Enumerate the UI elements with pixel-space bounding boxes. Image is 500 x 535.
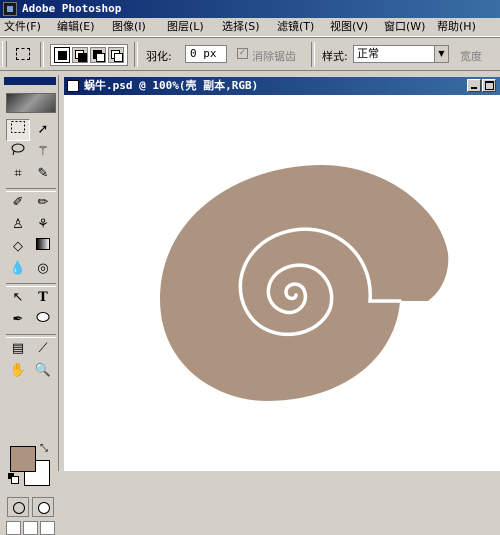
menu-image[interactable]: 图像(I) <box>112 20 146 34</box>
rectangular-marquee-tool[interactable] <box>6 119 30 141</box>
clone-stamp-tool[interactable]: ♙ <box>6 214 30 236</box>
canvas[interactable] <box>64 95 500 471</box>
subtract-from-selection-button[interactable] <box>90 47 106 63</box>
menu-edit[interactable]: 编辑(E) <box>57 20 95 34</box>
maximize-button[interactable] <box>482 79 496 92</box>
width-label: 宽度 <box>460 50 482 63</box>
menu-layer[interactable]: 图层(L) <box>167 20 204 34</box>
photoshop-logo-icon[interactable] <box>6 93 56 113</box>
document-title-bar[interactable]: 蜗牛.psd @ 100%(壳 副本,RGB) <box>64 77 500 95</box>
dodge-tool[interactable]: ◎ <box>31 258 55 280</box>
move-tool[interactable]: ➚ <box>31 119 55 141</box>
standard-screen-mode-button[interactable] <box>6 521 21 535</box>
healing-brush-tool[interactable]: ✐ <box>6 192 30 214</box>
options-bar: 羽化: 0 px ✓ 消除锯齿 样式: 正常 ▼ 宽度 <box>0 37 500 71</box>
ellipse-shape-tool[interactable] <box>31 309 55 331</box>
document-window: 蜗牛.psd @ 100%(壳 副本,RGB) <box>64 77 500 471</box>
feather-label: 羽化: <box>146 50 172 63</box>
default-colors-icon[interactable] <box>8 473 19 484</box>
shell-shape <box>160 165 449 401</box>
eyedropper-tool[interactable]: ⟋ <box>31 338 55 360</box>
document-icon[interactable] <box>67 80 79 92</box>
brush-tool[interactable]: ✏ <box>31 192 55 214</box>
path-selection-tool[interactable]: ↖ <box>6 287 30 309</box>
eraser-tool[interactable]: ◇ <box>6 236 30 258</box>
minimize-button[interactable] <box>467 79 481 92</box>
crop-tool[interactable]: ⌗ <box>6 163 30 185</box>
style-label: 样式: <box>322 50 348 63</box>
notes-tool[interactable]: ▤ <box>6 338 30 360</box>
standard-mode-button[interactable] <box>7 497 29 517</box>
quick-mask-mode-button[interactable] <box>32 497 54 517</box>
menu-window[interactable]: 窗口(W) <box>384 20 425 34</box>
options-separator <box>311 42 315 67</box>
gradient-tool[interactable] <box>31 236 55 258</box>
menu-filter[interactable]: 滤镜(T) <box>277 20 314 34</box>
menu-file[interactable]: 文件(F) <box>4 20 41 34</box>
magic-wand-tool[interactable]: ⚚ <box>31 141 55 163</box>
rect-marquee-preset-icon[interactable] <box>16 48 30 60</box>
intersect-selection-button[interactable] <box>108 47 124 63</box>
new-selection-button[interactable] <box>54 47 70 63</box>
toolbox-title-bar[interactable] <box>4 77 56 85</box>
foreground-color-swatch[interactable] <box>10 446 36 472</box>
pen-tool[interactable]: ✒ <box>6 309 30 331</box>
swap-colors-icon[interactable]: ⤡ <box>40 443 48 454</box>
options-separator <box>134 42 138 67</box>
zoom-tool[interactable]: 🔍 <box>31 360 55 382</box>
document-title: 蜗牛.psd @ 100%(壳 副本,RGB) <box>84 79 259 92</box>
photoshop-app-icon[interactable] <box>3 2 17 16</box>
style-select[interactable]: 正常 ▼ <box>353 45 449 63</box>
add-to-selection-button[interactable] <box>72 47 88 63</box>
antialias-label: 消除锯齿 <box>252 50 296 63</box>
menu-help[interactable]: 帮助(H) <box>437 20 476 34</box>
feather-input[interactable]: 0 px <box>185 45 227 63</box>
full-screen-mode-button[interactable] <box>40 521 55 535</box>
snail-shell-artwork <box>160 165 449 401</box>
antialias-checkbox[interactable]: ✓ <box>237 48 248 59</box>
selection-mode-group <box>50 44 128 66</box>
hand-tool[interactable]: ✋ <box>6 360 30 382</box>
chevron-down-icon[interactable]: ▼ <box>434 46 448 62</box>
lasso-tool[interactable] <box>6 141 30 163</box>
options-separator <box>40 42 44 67</box>
history-brush-tool[interactable]: ⚘ <box>31 214 55 236</box>
menu-view[interactable]: 视图(V) <box>330 20 368 34</box>
slice-tool[interactable]: ✎ <box>31 163 55 185</box>
blur-tool[interactable]: 💧 <box>6 258 30 280</box>
full-screen-menu-mode-button[interactable] <box>23 521 38 535</box>
menu-select[interactable]: 选择(S) <box>222 20 260 34</box>
options-bar-grip[interactable] <box>2 41 7 67</box>
type-tool[interactable]: T <box>31 287 55 309</box>
app-title: Adobe Photoshop <box>22 2 122 15</box>
style-select-value: 正常 <box>357 47 379 60</box>
toolbox: ➚ ⚚ ⌗ ✎ ✐ ✏ ♙ ⚘ ◇ 💧 ◎ ↖ T ✒ ▤ ⟋ ✋ 🔍 ⤡ <box>2 75 59 535</box>
app-title-bar: Adobe Photoshop <box>0 0 500 18</box>
menu-bar: 文件(F) 编辑(E) 图像(I) 图层(L) 选择(S) 滤镜(T) 视图(V… <box>0 18 500 37</box>
